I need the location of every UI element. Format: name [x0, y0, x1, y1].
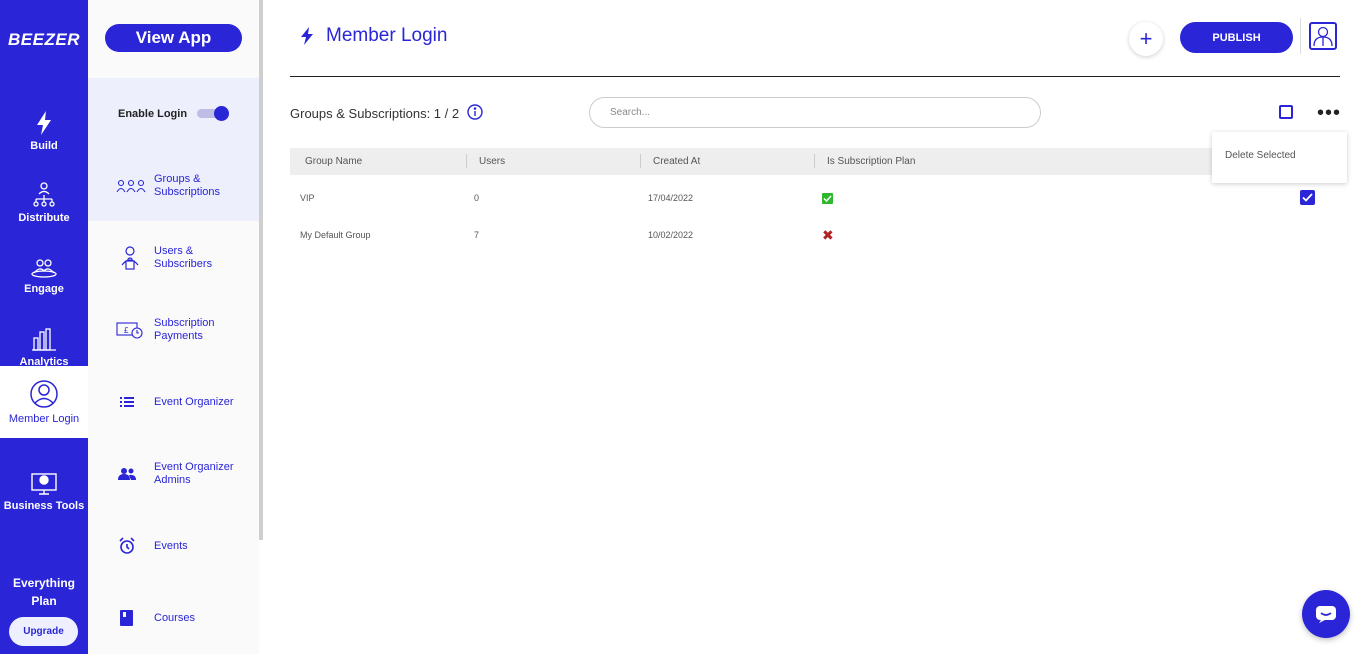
- subnav-scrollbar[interactable]: [259, 0, 263, 540]
- chat-icon: [1316, 606, 1336, 623]
- groups-count: Groups & Subscriptions: 1 / 2: [290, 104, 483, 123]
- search-input[interactable]: [589, 97, 1041, 128]
- engage-icon: [31, 259, 57, 278]
- rail-item-label: Business Tools: [3, 500, 85, 512]
- column-header-created-at[interactable]: Created At: [653, 156, 700, 167]
- rail-item-label: Engage: [24, 283, 64, 295]
- payments-icon: £: [88, 321, 154, 339]
- cell-group-name: VIP: [300, 193, 315, 203]
- cross-red-icon: ✖: [822, 227, 834, 243]
- rail-item-engage[interactable]: Engage: [0, 240, 88, 312]
- list-icon: [88, 396, 154, 408]
- row-checkbox[interactable]: [1300, 190, 1315, 205]
- groups-icon: [88, 179, 154, 193]
- check-green-icon: [822, 193, 833, 204]
- page-header: Member Login: [300, 25, 447, 47]
- subnav-item-label: Subscription Payments: [154, 317, 215, 342]
- cell-created-at: 17/04/2022: [648, 193, 694, 203]
- cell-created-at: 10/02/2022: [648, 230, 694, 240]
- subnav-item-event-organizer-admins[interactable]: Event Organizer Admins: [88, 444, 259, 504]
- business-tools-icon: [31, 473, 57, 495]
- rail-item-label: Member Login: [8, 413, 80, 425]
- rail-item-distribute[interactable]: Distribute: [0, 167, 88, 239]
- page-title: Member Login: [326, 25, 448, 46]
- info-icon[interactable]: [467, 104, 483, 123]
- user-icon: [1313, 26, 1333, 47]
- upgrade-button[interactable]: Upgrade: [9, 617, 78, 646]
- cell-users: 0: [474, 193, 480, 203]
- rail-item-business-tools[interactable]: Business Tools: [0, 455, 88, 527]
- rail-item-label: Build: [30, 140, 58, 152]
- subnav-item-label: Courses: [154, 611, 195, 624]
- column-header-is-subscription-plan[interactable]: Is Subscription Plan: [827, 156, 915, 167]
- rail-item-label: Distribute: [18, 212, 70, 224]
- table-header: Group Name Users Created At Is Subscript…: [290, 148, 1340, 175]
- delete-selected-option[interactable]: Delete Selected: [1225, 150, 1296, 161]
- toggle-knob: [214, 106, 229, 121]
- chat-button[interactable]: [1302, 590, 1350, 638]
- subnav-item-events[interactable]: Events: [88, 516, 259, 576]
- cell-group-name: My Default Group: [300, 230, 371, 240]
- svg-text:£: £: [124, 326, 129, 335]
- member-login-icon: [30, 380, 58, 408]
- beezer-logo[interactable]: BEEZER: [0, 30, 88, 50]
- subnav-item-label: Users & Subscribers: [154, 245, 213, 270]
- view-app-button[interactable]: View App: [105, 24, 242, 52]
- plus-icon: +: [1139, 26, 1153, 51]
- header-rule: [290, 76, 1340, 77]
- users-lock-icon: [88, 245, 154, 271]
- book-icon: [88, 610, 154, 626]
- column-header-users[interactable]: Users: [479, 156, 505, 167]
- lightning-icon: [301, 27, 313, 45]
- subnav-item-courses[interactable]: Courses: [88, 588, 259, 648]
- plan-label: Everything Plan: [12, 576, 75, 608]
- subnav-item-label: Groups & Subscriptions: [154, 173, 221, 198]
- secondary-sidebar: View App Enable Login Groups & Subscript…: [88, 0, 259, 654]
- add-button[interactable]: +: [1129, 22, 1163, 56]
- account-button[interactable]: [1309, 22, 1337, 50]
- rail-item-member-login[interactable]: Member Login: [0, 366, 88, 438]
- more-options-icon[interactable]: •••: [1317, 103, 1341, 123]
- column-divider: [640, 154, 641, 168]
- app-root: BEEZER Build Distribute Engage Analytics…: [0, 0, 1366, 654]
- people-icon: [88, 468, 154, 480]
- header-divider: [1300, 18, 1301, 54]
- column-divider: [466, 154, 467, 168]
- actions-dropdown: Delete Selected: [1212, 132, 1347, 183]
- select-all-checkbox[interactable]: [1279, 105, 1293, 119]
- subnav-item-label: Event Organizer: [154, 395, 234, 408]
- column-divider: [814, 154, 815, 168]
- subnav-item-label: Event Organizer Admins: [154, 461, 234, 486]
- subnav-item-payments[interactable]: £ Subscription Payments: [88, 300, 259, 360]
- groups-count-text: Groups & Subscriptions: 1 / 2: [290, 106, 460, 121]
- enable-login-label: Enable Login: [118, 108, 188, 120]
- enable-login-toggle[interactable]: [197, 106, 230, 121]
- subnav-item-users[interactable]: Users & Subscribers: [88, 228, 259, 288]
- table-row[interactable]: My Default Group 7 10/02/2022 ✖: [290, 215, 1340, 251]
- main-sidebar: BEEZER Build Distribute Engage Analytics…: [0, 0, 88, 654]
- publish-button[interactable]: PUBLISH: [1180, 22, 1293, 53]
- column-header-group-name[interactable]: Group Name: [305, 156, 362, 167]
- alarm-icon: [88, 537, 154, 555]
- rail-item-build[interactable]: Build: [0, 95, 88, 167]
- cell-users: 7: [474, 230, 480, 240]
- subnav-item-label: Events: [154, 539, 188, 552]
- distribute-icon: [33, 182, 55, 207]
- subnav-item-groups[interactable]: Groups & Subscriptions: [88, 156, 259, 216]
- analytics-icon: [32, 328, 56, 351]
- lightning-icon: [37, 111, 51, 135]
- subnav-item-event-organizer[interactable]: Event Organizer: [88, 372, 259, 432]
- table-row[interactable]: VIP 0 17/04/2022: [290, 178, 1340, 214]
